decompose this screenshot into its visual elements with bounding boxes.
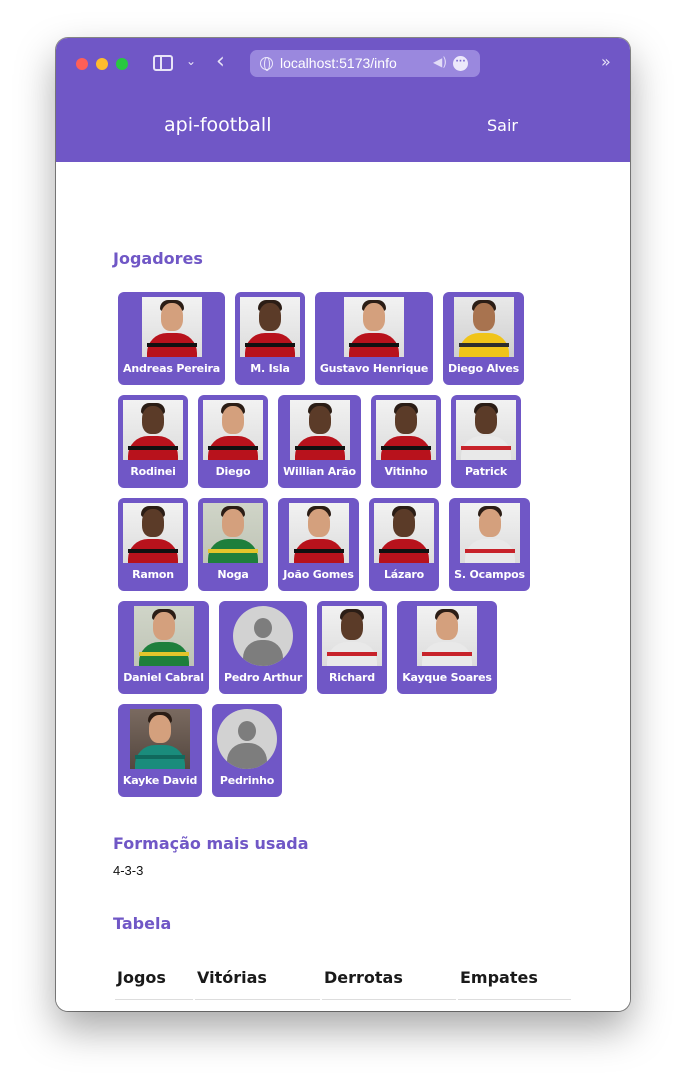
player-card[interactable]: Kayke David — [118, 704, 202, 797]
player-card[interactable]: Lázaro — [369, 498, 439, 591]
globe-icon — [260, 57, 273, 71]
url-bar[interactable]: localhost:5173/info ◀) ··· — [250, 50, 480, 77]
player-name: Pedrinho — [219, 774, 275, 787]
app-title[interactable]: api-football — [164, 114, 272, 136]
players-row: Daniel Cabral Pedro Arthur Richard Kayque S… — [118, 601, 578, 694]
player-photo — [344, 297, 404, 357]
player-name: Willian Arão — [283, 465, 356, 478]
overflow-icon[interactable]: » — [601, 52, 611, 71]
player-card[interactable]: Pedrinho — [212, 704, 282, 797]
player-card[interactable]: Kayque Soares — [397, 601, 497, 694]
player-name: Richard — [329, 671, 375, 684]
players-row: Kayke David Pedrinho — [118, 704, 578, 797]
player-card[interactable]: Diego — [198, 395, 268, 488]
column-header-empates: Empates — [458, 968, 571, 1000]
player-card[interactable]: S. Ocampos — [449, 498, 530, 591]
url-text[interactable]: localhost:5173/info — [280, 55, 397, 71]
minimize-window-button[interactable] — [96, 58, 108, 70]
column-header-vitorias: Vitórias — [195, 968, 320, 1000]
player-card[interactable]: Noga — [198, 498, 268, 591]
player-photo — [130, 709, 190, 769]
player-name: Lázaro — [383, 568, 425, 581]
player-card[interactable]: Pedro Arthur — [219, 601, 307, 694]
player-name: Andreas Pereira — [123, 362, 220, 375]
players-row: Ramon Noga João Gomes Lázaro S. Ocampos — [118, 498, 578, 591]
player-name: Ramon — [132, 568, 174, 581]
player-card[interactable]: Andreas Pereira — [118, 292, 225, 385]
player-photo — [453, 297, 514, 357]
player-name: Noga — [217, 568, 249, 581]
player-photo — [456, 400, 516, 460]
player-photo — [233, 606, 293, 666]
stats-table-header-row: Jogos Vitórias Derrotas Empates — [115, 968, 571, 1000]
chevron-down-icon[interactable]: ⌄ — [186, 54, 196, 68]
player-card[interactable]: Rodinei — [118, 395, 188, 488]
player-card[interactable]: Diego Alves — [443, 292, 524, 385]
players-row: Rodinei Diego Willian Arão Vitinho Patrick — [118, 395, 578, 488]
app-header: api-football Sair — [56, 90, 630, 162]
player-name: Diego Alves — [448, 362, 519, 375]
player-name: Diego — [215, 465, 251, 478]
player-name: Kayque Soares — [402, 671, 492, 684]
player-photo — [417, 606, 477, 666]
player-photo — [141, 297, 202, 357]
player-card[interactable]: Daniel Cabral — [118, 601, 209, 694]
close-window-button[interactable] — [76, 58, 88, 70]
player-photo — [376, 400, 436, 460]
player-name: M. Isla — [250, 362, 290, 375]
player-name: Kayke David — [122, 774, 198, 787]
player-photo — [289, 400, 350, 460]
player-card[interactable]: Ramon — [118, 498, 188, 591]
player-photo — [123, 400, 183, 460]
formation-heading: Formação mais usada — [113, 834, 309, 853]
browser-window: ⌄ ‹ localhost:5173/info ◀) ··· » api-foo… — [56, 38, 630, 1011]
table-heading: Tabela — [113, 914, 172, 933]
column-header-derrotas: Derrotas — [322, 968, 456, 1000]
player-photo — [203, 503, 263, 563]
player-card[interactable]: Gustavo Henrique — [315, 292, 433, 385]
back-icon[interactable]: ‹ — [216, 49, 225, 74]
player-card[interactable]: M. Isla — [235, 292, 305, 385]
speaker-icon[interactable]: ◀) — [433, 55, 447, 69]
players-row: Andreas Pereira M. Isla Gustavo Henrique Di… — [118, 292, 578, 385]
player-card[interactable]: Patrick — [451, 395, 521, 488]
player-card[interactable]: Willian Arão — [278, 395, 361, 488]
player-card[interactable]: Vitinho — [371, 395, 441, 488]
more-icon[interactable]: ··· — [453, 56, 468, 71]
player-photo — [374, 503, 434, 563]
player-photo — [322, 606, 382, 666]
players-grid: Andreas Pereira M. Isla Gustavo Henrique Di… — [118, 292, 578, 807]
player-photo — [217, 709, 277, 769]
player-photo — [288, 503, 349, 563]
player-card[interactable]: Richard — [317, 601, 387, 694]
player-name: Gustavo Henrique — [319, 362, 429, 375]
main-content: Jogadores Andreas Pereira M. Isla Gustavo … — [56, 162, 630, 1011]
player-name: Vitinho — [384, 465, 428, 478]
browser-titlebar: ⌄ ‹ localhost:5173/info ◀) ··· » — [56, 38, 630, 90]
player-photo — [203, 400, 263, 460]
player-name: Rodinei — [130, 465, 176, 478]
player-name: Pedro Arthur — [223, 671, 303, 684]
player-photo — [459, 503, 520, 563]
player-photo — [133, 606, 194, 666]
logout-button[interactable]: Sair — [487, 116, 518, 135]
sidebar-icon[interactable] — [153, 55, 173, 71]
player-name: S. Ocampos — [454, 568, 525, 581]
player-photo — [123, 503, 183, 563]
player-name: Daniel Cabral — [123, 671, 204, 684]
zoom-window-button[interactable] — [116, 58, 128, 70]
player-photo — [240, 297, 300, 357]
players-heading: Jogadores — [113, 249, 203, 268]
column-header-jogos: Jogos — [115, 968, 193, 1000]
formation-value: 4-3-3 — [113, 863, 144, 878]
player-card[interactable]: João Gomes — [278, 498, 359, 591]
stats-table: Jogos Vitórias Derrotas Empates — [113, 968, 573, 1000]
player-name: João Gomes — [283, 568, 354, 581]
player-name: Patrick — [464, 465, 508, 478]
